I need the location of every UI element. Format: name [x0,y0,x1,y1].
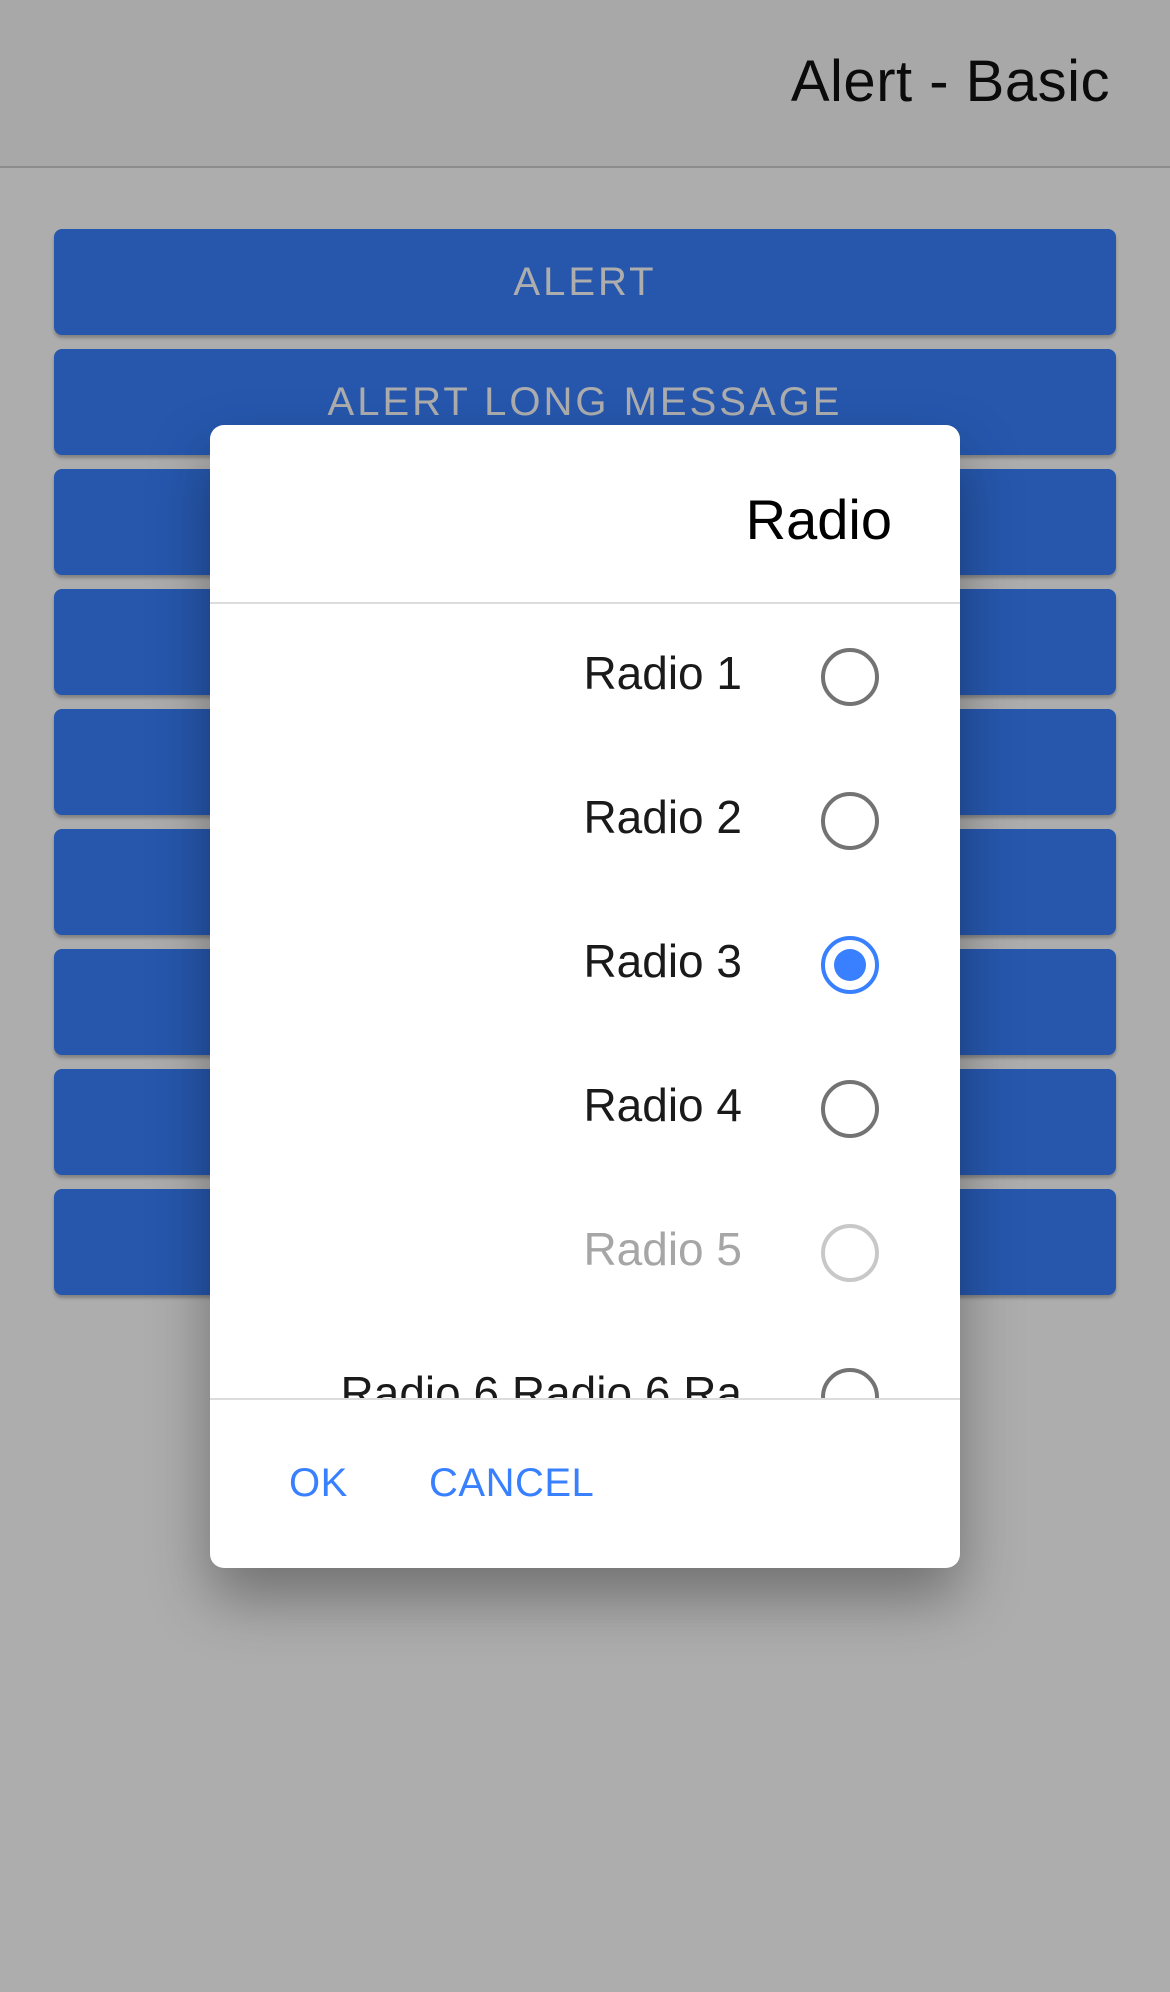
radio-button-icon [821,1080,879,1138]
radio-label: Radio 4 [583,1079,742,1131]
divider [210,1398,960,1400]
radio-group: Radio 1 Radio 2 Radio 3 Radio 4 Radio 5 … [210,604,960,1400]
radio-button-icon [821,792,879,850]
radio-option-2[interactable]: Radio 2 [210,748,960,892]
radio-option-1[interactable]: Radio 1 [210,604,960,748]
radio-alert-dialog: Radio Radio 1 Radio 2 Radio 3 Radio 4 Ra… [210,425,960,1568]
radio-button-icon [821,1368,879,1400]
radio-option-3[interactable]: Radio 3 [210,892,960,1036]
radio-button-icon [821,648,879,706]
radio-label: Radio 2 [583,791,742,843]
radio-checked-icon [821,936,879,994]
radio-label: Radio 1 [583,647,742,699]
radio-label: Radio 6 Radio 6 Ra [340,1367,742,1400]
radio-button-icon [821,1224,879,1282]
radio-label: Radio 3 [583,935,742,987]
radio-label: Radio 5 [583,1223,742,1275]
ok-button[interactable]: OK [289,1461,348,1506]
cancel-button[interactable]: CANCEL [429,1461,594,1506]
radio-option-4[interactable]: Radio 4 [210,1036,960,1180]
radio-option-6[interactable]: Radio 6 Radio 6 Ra [210,1324,960,1400]
alert-title: Radio [745,488,892,551]
radio-option-5: Radio 5 [210,1180,960,1324]
